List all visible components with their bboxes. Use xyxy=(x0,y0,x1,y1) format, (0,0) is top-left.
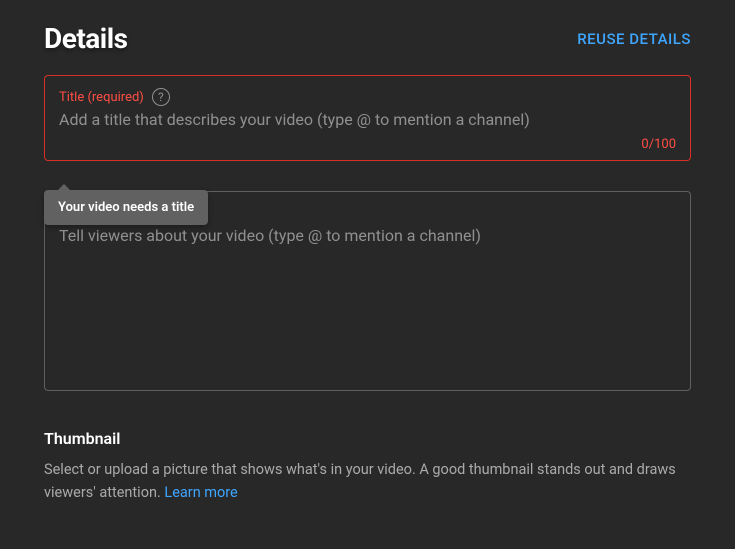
thumbnail-heading: Thumbnail xyxy=(44,429,691,448)
title-field-container[interactable]: Title (required) ? Add a title that desc… xyxy=(44,75,691,161)
title-error-tooltip: Your video needs a title xyxy=(44,190,208,225)
learn-more-link[interactable]: Learn more xyxy=(164,484,237,501)
title-input[interactable]: Add a title that describes your video (t… xyxy=(59,110,676,129)
reuse-details-button[interactable]: REUSE DETAILS xyxy=(577,30,691,48)
title-char-counter: 0/100 xyxy=(59,137,676,152)
description-input[interactable]: Tell viewers about your video (type @ to… xyxy=(59,226,676,245)
thumbnail-description: Select or upload a picture that shows wh… xyxy=(44,458,691,504)
details-heading: Details xyxy=(44,22,127,55)
title-field-label: Title (required) xyxy=(59,90,144,105)
help-icon[interactable]: ? xyxy=(152,88,170,106)
